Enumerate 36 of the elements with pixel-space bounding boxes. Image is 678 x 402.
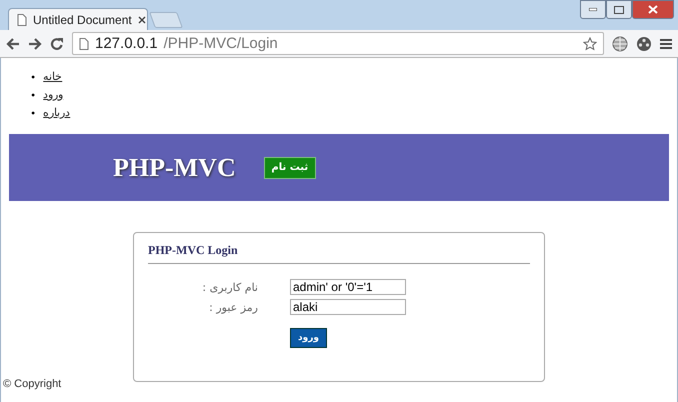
- film-reel-icon[interactable]: [636, 36, 652, 52]
- maximize-icon: [614, 6, 624, 14]
- field-label: رمز عبور :: [208, 300, 258, 314]
- nav-link[interactable]: درباره: [43, 104, 70, 122]
- address-bar[interactable]: 127.0.0.1 /PHP-MVC/Login: [72, 32, 604, 55]
- bullet: •: [31, 105, 36, 122]
- field-label: نام کاربری :: [201, 280, 258, 294]
- minimize-button[interactable]: [580, 0, 606, 19]
- forward-icon[interactable]: [28, 36, 42, 50]
- input-field[interactable]: admin' or '0'='1: [290, 279, 406, 295]
- bullet: •: [31, 69, 36, 86]
- tab-title: Untitled Document: [33, 12, 132, 26]
- star-icon[interactable]: [583, 36, 597, 50]
- nav-link[interactable]: خانه: [43, 68, 62, 86]
- bullet: •: [31, 87, 36, 104]
- nav-link[interactable]: ورود: [43, 86, 64, 104]
- close-icon: [648, 5, 658, 14]
- url-path: /PHP-MVC/Login: [164, 35, 279, 52]
- url-host: 127.0.0.1: [95, 35, 158, 52]
- login-button[interactable]: ورود: [290, 328, 327, 348]
- reload-icon[interactable]: [50, 36, 64, 50]
- login-title: PHP-MVC Login: [148, 243, 530, 264]
- menu-icon[interactable]: [660, 38, 672, 50]
- back-icon[interactable]: [6, 36, 20, 50]
- minimize-icon: [589, 8, 597, 11]
- copyright-text: © Copyright: [3, 378, 62, 390]
- page-icon: [79, 38, 89, 50]
- maximize-button[interactable]: [606, 0, 632, 19]
- close-icon[interactable]: [138, 16, 146, 24]
- input-field[interactable]: alaki: [290, 299, 406, 315]
- register-button[interactable]: ثبت نام: [264, 156, 316, 178]
- site-title: PHP-MVC: [113, 152, 236, 182]
- globe-icon[interactable]: [612, 36, 628, 52]
- page-icon: [17, 14, 27, 26]
- close-window-button[interactable]: [632, 0, 674, 19]
- browser-tab[interactable]: Untitled Document: [8, 8, 148, 30]
